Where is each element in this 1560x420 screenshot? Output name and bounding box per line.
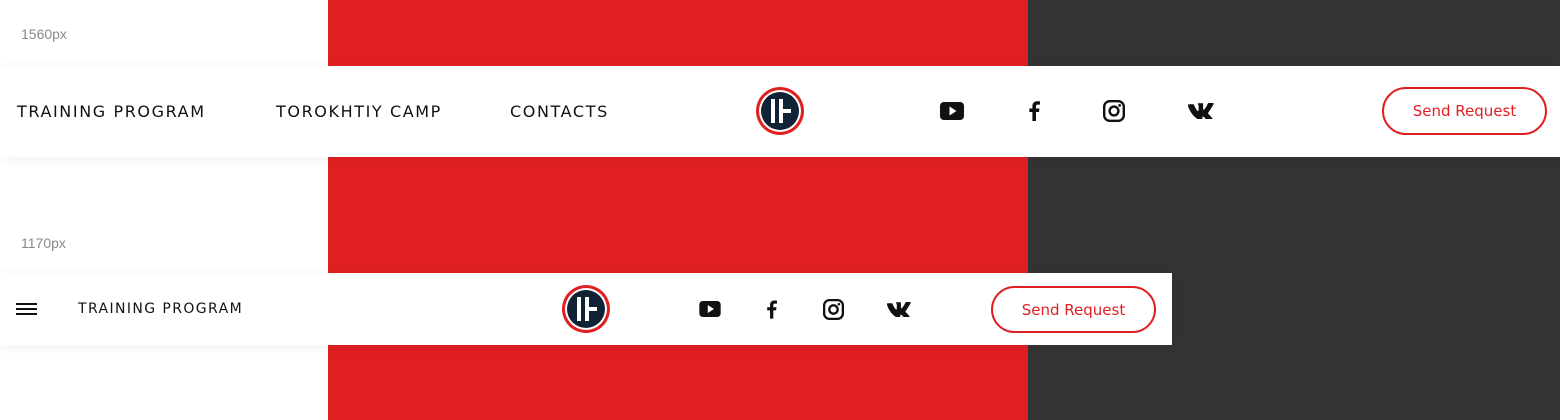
facebook-icon[interactable] (758, 296, 784, 322)
header-narrow: TRAINING PROGRAM Send Request (0, 273, 1172, 345)
menu-icon[interactable] (16, 302, 37, 317)
width-label-narrow: 1170px (21, 235, 66, 251)
nav-training-program[interactable]: TRAINING PROGRAM (78, 301, 243, 317)
nav-contacts[interactable]: CONTACTS (510, 102, 609, 121)
youtube-icon[interactable] (939, 98, 965, 124)
background-white-column (0, 0, 328, 420)
nav-torokhtiy-camp[interactable]: TOROKHTIY CAMP (276, 102, 442, 121)
logo-icon[interactable] (561, 284, 611, 334)
send-request-button[interactable]: Send Request (991, 286, 1156, 333)
facebook-icon[interactable] (1021, 98, 1047, 124)
background-dark-column (1028, 0, 1560, 420)
header-wide: TRAINING PROGRAM TOROKHTIY CAMP CONTACTS (0, 66, 1560, 157)
instagram-icon[interactable] (1101, 98, 1127, 124)
send-request-button[interactable]: Send Request (1382, 87, 1547, 135)
logo-icon[interactable] (755, 86, 805, 136)
background-red-column (328, 0, 1028, 420)
youtube-icon[interactable] (697, 296, 723, 322)
width-label-wide: 1560px (21, 26, 67, 42)
vk-icon[interactable] (886, 296, 912, 322)
vk-icon[interactable] (1188, 98, 1214, 124)
nav-training-program[interactable]: TRAINING PROGRAM (17, 102, 206, 121)
instagram-icon[interactable] (820, 296, 846, 322)
